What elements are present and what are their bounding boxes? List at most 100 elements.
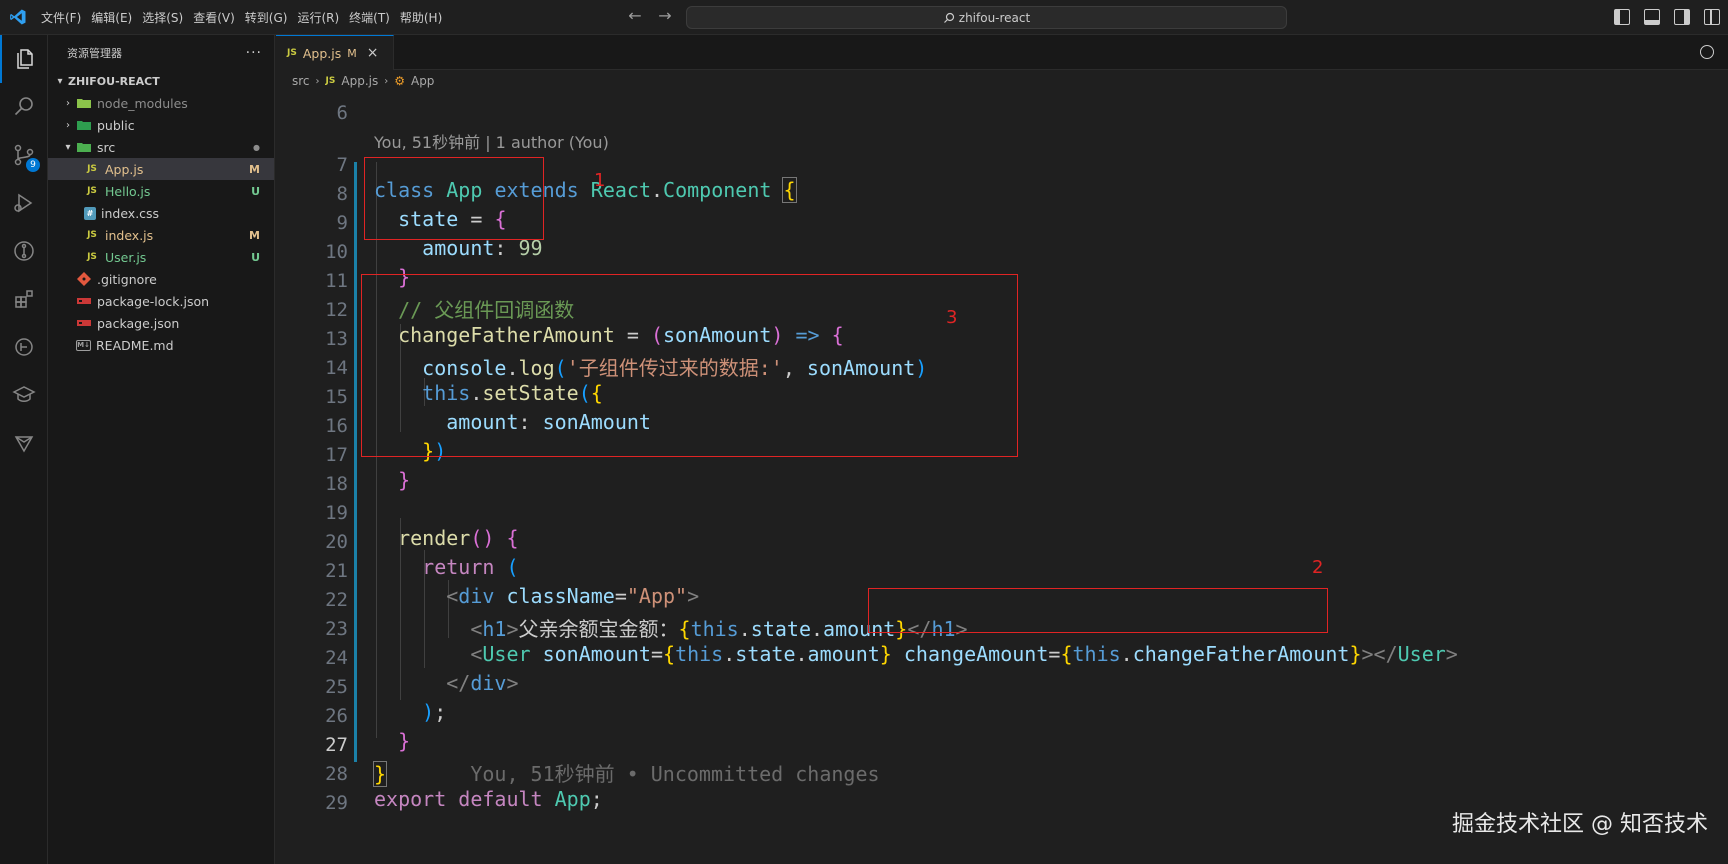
tree-item-label: index.css <box>101 205 160 221</box>
chevron-right-icon: › <box>66 119 70 131</box>
menu-edit[interactable]: 编辑(E) <box>86 6 137 30</box>
breadcrumb-symbol[interactable]: App <box>411 74 434 88</box>
tree-item-hello-js[interactable]: JS Hello.js U <box>48 180 274 202</box>
git-status-badge: M <box>249 162 260 176</box>
git-status-badge: U <box>251 184 260 198</box>
tree-item-label: App.js <box>105 161 144 177</box>
remote-explorer-icon[interactable] <box>0 323 48 371</box>
tree-item-package-json[interactable]: package.json <box>48 312 274 334</box>
tree-item-label: index.js <box>105 227 154 243</box>
menu-go[interactable]: 转到(G) <box>240 6 293 30</box>
extensions-icon[interactable] <box>0 275 48 323</box>
explorer-title: 资源管理器 <box>67 46 122 60</box>
code-line: 20 return ( <box>276 507 1728 579</box>
tree-item-node-modules[interactable]: › node_modules <box>48 92 274 114</box>
tree-item-label: node_modules <box>97 95 188 111</box>
tab-label: App.js <box>302 45 342 61</box>
explorer-sidebar: 资源管理器 ··· ▾ ZHIFOU-REACT › node_modules … <box>48 35 275 864</box>
public-folder-icon <box>77 121 91 130</box>
breadcrumb-file[interactable]: App.js <box>341 74 378 88</box>
git-status-badge: U <box>251 250 260 264</box>
tab-app-js[interactable]: JS App.js M × <box>276 35 394 70</box>
run-debug-icon[interactable] <box>0 179 48 227</box>
menu-file[interactable]: 文件(F) <box>36 6 86 30</box>
modified-dot-icon: ● <box>253 142 260 152</box>
title-bar: 文件(F) 编辑(E) 选择(S) 查看(V) 转到(G) 运行(R) 终端(T… <box>0 0 1728 35</box>
menu-selection[interactable]: 选择(S) <box>137 6 188 30</box>
tree-item-app-js[interactable]: JS App.js M <box>48 158 274 180</box>
navigation-arrows: ← → <box>625 6 675 25</box>
class-symbol-icon: ⚙ <box>394 74 405 88</box>
tree-item-package-lock-json[interactable]: package-lock.json <box>48 290 274 312</box>
menu-view[interactable]: 查看(V) <box>188 6 240 30</box>
annotation-box-state <box>364 157 544 240</box>
editor-tabs: JS App.js M × <box>276 35 1728 70</box>
explorer-icon[interactable] <box>0 35 48 83</box>
tree-item-readme-md[interactable]: M↓ README.md <box>48 334 274 356</box>
chevron-right-icon: › <box>384 75 389 87</box>
npm-file-icon <box>77 298 91 304</box>
breadcrumb-folder[interactable]: src <box>292 74 310 88</box>
search-icon[interactable] <box>0 83 48 131</box>
command-center-search[interactable]: zhifou-react <box>686 6 1287 29</box>
src-folder-icon <box>77 143 91 152</box>
javascript-file-icon: JS <box>87 164 97 174</box>
annotation-label-2: 2 <box>1312 557 1324 578</box>
source-control-badge: 9 <box>26 158 40 172</box>
watermark: 掘金技术社区 @ 知否技术 <box>1452 812 1708 837</box>
tree-item-gitignore[interactable]: .gitignore <box>48 268 274 290</box>
markdown-file-icon: M↓ <box>76 339 91 351</box>
explorer-header: 资源管理器 ··· <box>48 35 274 70</box>
git-status-badge: M <box>249 228 260 242</box>
layout-controls <box>1614 9 1720 25</box>
css-file-icon: # <box>84 206 96 220</box>
tree-item-index-css[interactable]: # index.css <box>48 202 274 224</box>
vscode-logo-icon <box>10 9 26 25</box>
forward-arrow-icon[interactable]: → <box>655 6 675 25</box>
code-line: 19 render() { <box>276 478 1728 550</box>
toggle-primary-sidebar-icon[interactable] <box>1614 9 1630 25</box>
tree-item-label: Hello.js <box>105 183 151 199</box>
close-icon[interactable]: × <box>367 45 379 61</box>
chevron-down-icon: ▾ <box>65 141 71 153</box>
javascript-file-icon: JS <box>87 252 97 262</box>
timeline-history-icon[interactable] <box>1700 45 1714 59</box>
tree-item-index-js[interactable]: JS index.js M <box>48 224 274 246</box>
menu-help[interactable]: 帮助(H) <box>395 6 447 30</box>
javascript-file-icon: JS <box>87 186 97 196</box>
javascript-file-icon: JS <box>287 48 297 58</box>
more-actions-icon[interactable]: ··· <box>246 45 262 61</box>
git-history-icon[interactable] <box>0 227 48 275</box>
npm-file-icon <box>77 320 91 326</box>
toggle-secondary-sidebar-icon[interactable] <box>1674 9 1690 25</box>
tree-item-label: package.json <box>97 315 180 331</box>
search-icon <box>943 12 954 23</box>
toggle-panel-icon[interactable] <box>1644 9 1660 25</box>
chevron-right-icon: › <box>315 75 320 87</box>
code-line: 27 } You, 51秒钟前 • Uncommitted changes <box>276 710 1728 787</box>
workspace-root[interactable]: ▾ ZHIFOU-REACT <box>48 70 274 92</box>
code-editor[interactable]: 6 You, 51秒钟前 | 1 author (You) 7 class Ap… <box>276 92 1728 864</box>
tree-item-label: README.md <box>96 337 174 353</box>
git-file-icon <box>77 272 91 286</box>
code-line: 25 ); <box>276 652 1728 724</box>
tree-item-src[interactable]: ▾ src ● <box>48 136 274 158</box>
line-number: 29 <box>325 792 348 814</box>
git-lens-icon[interactable] <box>0 419 48 467</box>
menu-bar: 文件(F) 编辑(E) 选择(S) 查看(V) 转到(G) 运行(R) 终端(T… <box>36 0 447 35</box>
tree-item-user-js[interactable]: JS User.js U <box>48 246 274 268</box>
tab-git-status: M <box>347 46 357 60</box>
customize-layout-icon[interactable] <box>1704 9 1720 25</box>
learning-icon[interactable] <box>0 371 48 419</box>
tree-item-public[interactable]: › public <box>48 114 274 136</box>
menu-terminal[interactable]: 终端(T) <box>344 6 395 30</box>
back-arrow-icon[interactable]: ← <box>625 6 645 25</box>
source-control-icon[interactable]: 9 <box>0 131 48 179</box>
workspace-root-label: ZHIFOU-REACT <box>68 74 160 88</box>
menu-run[interactable]: 运行(R) <box>292 6 344 30</box>
code-line: 26 } <box>276 681 1728 753</box>
annotation-box-prop <box>868 588 1328 633</box>
editor-area: JS App.js M × src › JS App.js › ⚙ App 6 … <box>276 35 1728 864</box>
chevron-down-icon: ▾ <box>57 75 63 87</box>
javascript-file-icon: JS <box>325 76 336 86</box>
